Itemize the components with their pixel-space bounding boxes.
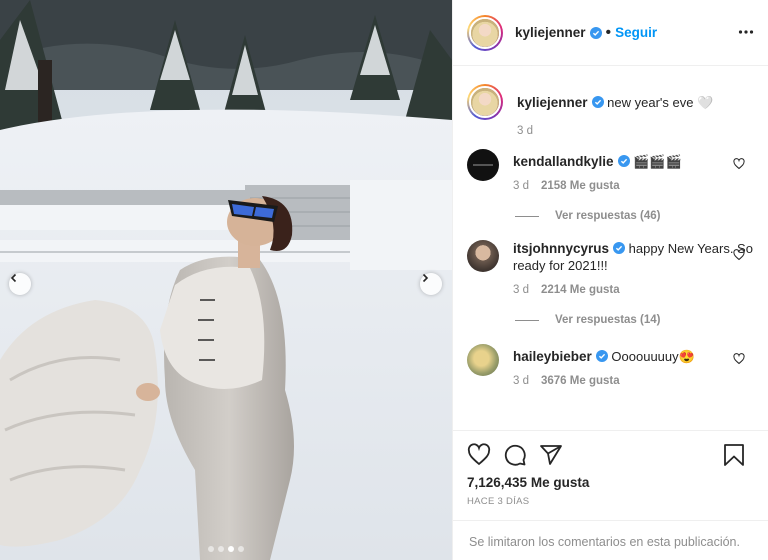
commenter-username[interactable]: kendallandkylie: [513, 154, 614, 169]
chevron-left-icon: [10, 273, 17, 283]
commenter-avatar[interactable]: [467, 344, 499, 376]
verified-badge-icon: [589, 26, 602, 39]
heart-icon: [467, 443, 491, 466]
comment-item: itsjohnnycyrus happy New Years. So ready…: [467, 240, 755, 296]
comment-likes[interactable]: 2214 Me gusta: [541, 284, 620, 296]
commenter-username[interactable]: itsjohnnycyrus: [513, 241, 609, 256]
commenter-username[interactable]: haileybieber: [513, 349, 592, 364]
bookmark-icon: [724, 444, 744, 466]
next-slide-button[interactable]: [420, 273, 442, 295]
share-icon: [540, 445, 562, 465]
previous-slide-button[interactable]: [9, 273, 31, 295]
more-options-icon[interactable]: [738, 24, 754, 40]
carousel-dot: [208, 546, 214, 552]
comments-limited-notice: Se limitaron los comentarios en esta pub…: [453, 520, 768, 560]
photo-image: [0, 0, 452, 560]
verified-badge-icon: [595, 350, 608, 362]
comment-time[interactable]: 3 d: [513, 180, 529, 192]
comment-time[interactable]: 3 d: [513, 375, 529, 387]
commenter-avatar[interactable]: [467, 149, 499, 181]
follow-button[interactable]: Seguir: [615, 25, 657, 40]
comment-text: Oooouuuuy😍: [611, 349, 695, 364]
verified-badge-icon: [591, 96, 604, 108]
post-date[interactable]: HACE 3 DÍAS: [467, 496, 755, 507]
chevron-right-icon: [422, 273, 429, 283]
caption-username[interactable]: kyliejenner: [517, 95, 588, 110]
caption-time[interactable]: 3 d: [517, 125, 533, 137]
carousel-indicator: [0, 546, 452, 552]
post-photo[interactable]: [0, 0, 452, 560]
comment-time[interactable]: 3 d: [513, 284, 529, 296]
comment-text: 🎬🎬🎬: [633, 154, 682, 169]
save-button[interactable]: [723, 443, 745, 472]
comment-item: haileybieber Oooouuuuy😍 3 d 3676 Me gusta: [467, 344, 755, 387]
view-replies-label: Ver respuestas (14): [555, 314, 661, 326]
carousel-dot: [238, 546, 244, 552]
share-button[interactable]: [539, 443, 563, 467]
verified-badge-icon: [617, 155, 630, 167]
commenter-avatar[interactable]: [467, 240, 499, 272]
author-username[interactable]: kyliejenner: [515, 25, 586, 40]
comment-button[interactable]: [503, 443, 527, 467]
like-button[interactable]: [467, 443, 491, 467]
post-caption: kyliejenner new year's eve 🤍 3 d: [467, 84, 755, 137]
comment-likes[interactable]: 2158 Me gusta: [541, 180, 620, 192]
carousel-dot-active: [228, 546, 234, 552]
view-replies-label: Ver respuestas (46): [555, 210, 661, 222]
comment-icon: [504, 444, 526, 466]
separator-dot: •: [605, 23, 612, 41]
author-avatar[interactable]: [467, 14, 503, 51]
view-replies-button[interactable]: Ver respuestas (46): [515, 210, 755, 222]
post-sidebar: kyliejenner • Seguir kyliejenner new yea…: [452, 0, 768, 560]
caption-text: new year's eve 🤍: [607, 95, 714, 110]
comment-likes[interactable]: 3676 Me gusta: [541, 375, 620, 387]
caption-avatar[interactable]: [467, 84, 503, 120]
post-header: kyliejenner • Seguir: [453, 0, 768, 66]
heart-icon[interactable]: [733, 249, 745, 261]
view-replies-button[interactable]: Ver respuestas (14): [515, 314, 755, 326]
action-icons: [467, 431, 755, 479]
comment-item: kendallandkylie 🎬🎬🎬 3 d 2158 Me gusta: [467, 149, 755, 192]
carousel-dot: [218, 546, 224, 552]
heart-icon[interactable]: [733, 353, 745, 365]
comments-list[interactable]: kyliejenner new year's eve 🤍 3 d kendall…: [453, 66, 768, 430]
verified-badge-icon: [613, 242, 626, 254]
post-actions: 7,126,435 Me gusta HACE 3 DÍAS: [453, 430, 768, 507]
heart-icon[interactable]: [733, 158, 745, 170]
